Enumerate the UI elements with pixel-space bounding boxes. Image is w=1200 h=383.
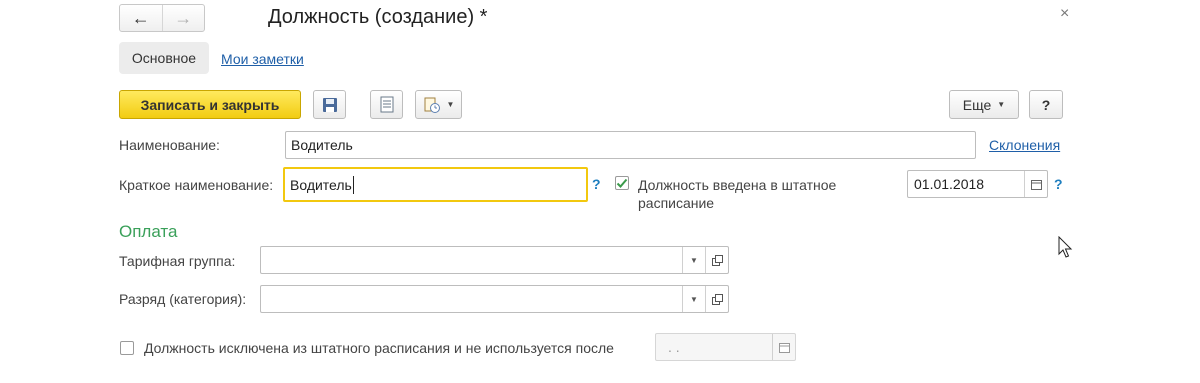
save-and-close-label: Записать и закрыть xyxy=(140,96,280,113)
tab-main[interactable]: Основное xyxy=(119,42,209,74)
floppy-disk-icon xyxy=(322,97,337,112)
tab-main-label: Основное xyxy=(131,50,197,66)
more-button[interactable]: Еще ▼ xyxy=(949,90,1019,119)
chevron-down-icon: ▼ xyxy=(446,100,455,109)
open-window-icon xyxy=(711,293,723,305)
name-label: Наименование: xyxy=(119,137,220,153)
chevron-down-icon: ▼ xyxy=(690,255,698,265)
calendar-icon xyxy=(1030,179,1042,190)
open-window-icon xyxy=(711,254,723,266)
short-name-label: Краткое наименование: xyxy=(119,177,274,193)
name-field[interactable]: Водитель xyxy=(285,131,976,159)
grade-dropdown-button[interactable]: ▼ xyxy=(682,286,705,312)
back-button[interactable]: ← xyxy=(120,5,162,31)
name-value: Водитель xyxy=(291,137,353,153)
grade-label: Разряд (категория): xyxy=(119,291,247,307)
close-icon[interactable]: × xyxy=(1060,5,1069,23)
help-button[interactable]: ? xyxy=(1029,90,1063,119)
short-name-value: Водитель xyxy=(290,176,352,193)
forward-button[interactable]: → xyxy=(161,5,205,31)
tariff-group-dropdown-button[interactable]: ▼ xyxy=(682,247,705,273)
tab-my-notes[interactable]: Мои заметки xyxy=(221,51,304,67)
checkmark-icon xyxy=(616,178,628,188)
chevron-down-icon: ▼ xyxy=(690,294,698,304)
print-dropdown-button[interactable]: ▼ xyxy=(415,90,462,119)
grade-open-button[interactable] xyxy=(705,286,728,312)
tariff-group-field[interactable]: ▼ xyxy=(260,246,729,274)
declensions-link[interactable]: Склонения xyxy=(989,137,1060,153)
tariff-group-open-button[interactable] xyxy=(705,247,728,273)
save-and-close-button[interactable]: Записать и закрыть xyxy=(119,90,301,119)
staffed-date-help-icon[interactable]: ? xyxy=(1054,176,1063,192)
excluded-checkbox[interactable] xyxy=(120,341,134,355)
staffed-checkbox[interactable] xyxy=(615,176,629,190)
chevron-down-icon: ▼ xyxy=(997,100,1006,109)
excluded-calendar-button[interactable] xyxy=(772,334,795,360)
more-label: Еще xyxy=(962,96,992,113)
navigation-buttons: ← → xyxy=(119,4,205,32)
staffed-date-value: 01.01.2018 xyxy=(914,176,985,192)
staffed-label-line1: Должность введена в штатное xyxy=(638,177,837,193)
mouse-pointer-icon xyxy=(1058,236,1073,258)
arrow-right-icon: → xyxy=(174,7,193,28)
document-list-icon xyxy=(380,96,393,113)
short-name-field[interactable]: Водитель xyxy=(283,167,588,202)
short-name-help-icon[interactable]: ? xyxy=(592,176,601,192)
staffed-label: Должность введена в штатное расписание xyxy=(638,176,836,212)
excluded-date-value: . . xyxy=(668,339,680,355)
excluded-date-field[interactable]: . . xyxy=(655,333,796,361)
calendar-button[interactable] xyxy=(1024,171,1047,197)
arrow-left-icon: ← xyxy=(131,7,150,28)
report-button[interactable] xyxy=(370,90,403,119)
save-button[interactable] xyxy=(313,90,346,119)
print-report-icon xyxy=(424,97,440,113)
calendar-icon xyxy=(778,342,790,353)
excluded-label: Должность исключена из штатного расписан… xyxy=(144,340,614,356)
text-cursor xyxy=(352,175,354,194)
staffed-label-line2: расписание xyxy=(638,195,715,211)
staffed-date-field[interactable]: 01.01.2018 xyxy=(907,170,1048,198)
window-title: Должность (создание) * xyxy=(268,6,488,28)
payment-section-title: Оплата xyxy=(119,222,178,241)
help-label: ? xyxy=(1041,96,1051,113)
tariff-group-label: Тарифная группа: xyxy=(119,253,236,269)
grade-field[interactable]: ▼ xyxy=(260,285,729,313)
